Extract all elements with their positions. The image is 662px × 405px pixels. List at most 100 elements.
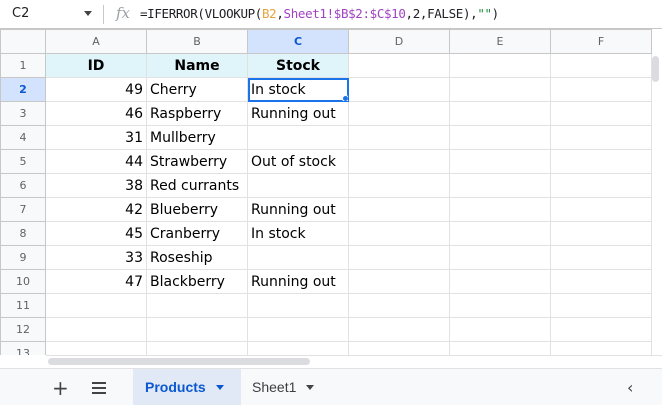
row-header[interactable]: 12 xyxy=(0,317,46,342)
cell[interactable] xyxy=(348,149,450,174)
cell[interactable] xyxy=(550,341,652,355)
name-cell[interactable]: Cherry xyxy=(146,77,248,102)
stock-cell[interactable] xyxy=(247,125,349,150)
name-cell[interactable]: Red currants xyxy=(146,173,248,198)
cell[interactable] xyxy=(449,125,551,150)
cell[interactable] xyxy=(550,197,652,222)
id-cell[interactable]: 33 xyxy=(45,245,147,270)
cell[interactable] xyxy=(146,293,248,318)
stock-cell[interactable]: Running out xyxy=(247,101,349,126)
cell[interactable] xyxy=(550,245,652,270)
cell[interactable] xyxy=(348,341,450,355)
cell[interactable] xyxy=(348,221,450,246)
fill-handle[interactable] xyxy=(342,95,348,101)
cell[interactable] xyxy=(449,149,551,174)
vertical-scroll-thumb[interactable] xyxy=(652,56,659,82)
column-header-c[interactable]: C xyxy=(247,29,349,54)
cell[interactable] xyxy=(348,317,450,342)
header-cell-name[interactable]: Name xyxy=(146,53,248,78)
vertical-scrollbar[interactable] xyxy=(649,52,662,355)
cell[interactable] xyxy=(348,245,450,270)
tab-sheet1[interactable]: Sheet1 xyxy=(252,369,332,405)
stock-cell[interactable]: Running out xyxy=(247,269,349,294)
stock-cell[interactable] xyxy=(247,173,349,198)
cell[interactable] xyxy=(449,269,551,294)
tab-products[interactable]: Products xyxy=(133,369,241,405)
cell[interactable] xyxy=(449,77,551,102)
column-header-f[interactable]: F xyxy=(550,29,652,54)
id-cell[interactable]: 45 xyxy=(45,221,147,246)
cell[interactable] xyxy=(550,269,652,294)
cell[interactable] xyxy=(449,245,551,270)
header-cell-id[interactable]: ID xyxy=(45,53,147,78)
id-cell[interactable]: 47 xyxy=(45,269,147,294)
cell[interactable] xyxy=(449,101,551,126)
cell[interactable] xyxy=(449,221,551,246)
row-header[interactable]: 2 xyxy=(0,77,46,102)
row-header[interactable]: 3 xyxy=(0,101,46,126)
cell[interactable] xyxy=(247,293,349,318)
cell[interactable] xyxy=(146,341,248,355)
tab-dropdown-icon[interactable] xyxy=(215,384,224,390)
name-cell[interactable]: Cranberry xyxy=(146,221,248,246)
cell[interactable] xyxy=(449,53,551,78)
name-cell[interactable]: Raspberry xyxy=(146,101,248,126)
cell[interactable] xyxy=(550,125,652,150)
column-header-d[interactable]: D xyxy=(348,29,450,54)
id-cell[interactable]: 38 xyxy=(45,173,147,198)
row-header[interactable]: 10 xyxy=(0,269,46,294)
name-cell[interactable]: Mullberry xyxy=(146,125,248,150)
cell[interactable] xyxy=(348,173,450,198)
selected-cell[interactable]: In stock xyxy=(247,77,349,102)
cell[interactable] xyxy=(550,293,652,318)
id-cell[interactable]: 49 xyxy=(45,77,147,102)
cell[interactable] xyxy=(348,269,450,294)
row-header[interactable]: 6 xyxy=(0,173,46,198)
cell[interactable] xyxy=(449,341,551,355)
row-header[interactable]: 4 xyxy=(0,125,46,150)
column-header-b[interactable]: B xyxy=(146,29,248,54)
cell[interactable] xyxy=(449,317,551,342)
column-header-e[interactable]: E xyxy=(449,29,551,54)
cell[interactable] xyxy=(449,293,551,318)
cell[interactable] xyxy=(348,293,450,318)
select-all-corner[interactable] xyxy=(0,29,46,54)
stock-cell[interactable]: Running out xyxy=(247,197,349,222)
horizontal-scroll-thumb[interactable] xyxy=(48,358,310,365)
cell[interactable] xyxy=(348,77,450,102)
cell[interactable] xyxy=(45,341,147,355)
row-header[interactable]: 1 xyxy=(0,53,46,78)
cell[interactable] xyxy=(348,101,450,126)
stock-cell[interactable]: Out of stock xyxy=(247,149,349,174)
stock-cell[interactable]: In stock xyxy=(247,221,349,246)
name-cell[interactable]: Blackberry xyxy=(146,269,248,294)
name-box[interactable]: C2 xyxy=(0,0,100,28)
name-cell[interactable]: Blueberry xyxy=(146,197,248,222)
cell[interactable] xyxy=(550,173,652,198)
cell[interactable] xyxy=(348,125,450,150)
tab-dropdown-icon[interactable] xyxy=(306,384,315,390)
column-header-a[interactable]: A xyxy=(45,29,147,54)
cell[interactable] xyxy=(45,293,147,318)
horizontal-scrollbar[interactable] xyxy=(46,355,662,367)
cell[interactable] xyxy=(550,53,652,78)
row-header[interactable]: 13 xyxy=(0,341,46,355)
id-cell[interactable]: 31 xyxy=(45,125,147,150)
header-cell-stock[interactable]: Stock xyxy=(247,53,349,78)
row-header[interactable]: 5 xyxy=(0,149,46,174)
id-cell[interactable]: 42 xyxy=(45,197,147,222)
row-header[interactable]: 7 xyxy=(0,197,46,222)
row-header[interactable]: 8 xyxy=(0,221,46,246)
cell[interactable] xyxy=(247,341,349,355)
all-sheets-menu-icon[interactable] xyxy=(92,382,106,397)
cell[interactable] xyxy=(550,317,652,342)
cell[interactable] xyxy=(348,53,450,78)
id-cell[interactable]: 46 xyxy=(45,101,147,126)
formula-input[interactable]: =IFERROR(VLOOKUP(B2,Sheet1!$B$2:$C$10,2,… xyxy=(140,6,499,21)
cell[interactable] xyxy=(550,101,652,126)
row-header[interactable]: 9 xyxy=(0,245,46,270)
collapse-chevron-icon[interactable]: ‹ xyxy=(627,378,633,397)
stock-cell[interactable] xyxy=(247,245,349,270)
name-cell[interactable]: Roseship xyxy=(146,245,248,270)
cell[interactable] xyxy=(550,221,652,246)
